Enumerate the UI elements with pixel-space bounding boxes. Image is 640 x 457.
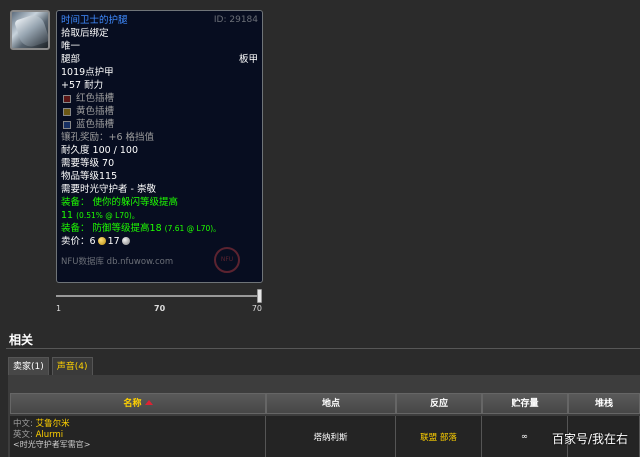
vendor-tag: <时光守护者军需官> [13,440,91,449]
vendor-en-name[interactable]: Alurmi [36,430,64,440]
silver-coin-icon [121,237,130,245]
reaction-horde: 部落 [439,432,457,443]
item-binding: 拾取后绑定 [61,28,109,39]
item-level: 物品等级115 [61,171,118,182]
column-reaction[interactable]: 反应 [396,393,482,414]
item-title: 时间卫士的护腿 [61,15,128,26]
level-slider[interactable]: 1 70 70 [56,288,262,318]
related-panel: 名称 地点 反应 贮存量 堆栈 中文: 艾鲁尔米 英文: Alurmi <时光守… [8,375,640,457]
source-watermark: 百家号/我在右 [551,432,628,446]
en-label: 英文: [13,429,33,440]
item-tooltip: 时间卫士的护腿 ID: 29184 拾取后绑定 唯一 腿部 板甲 1019点护甲… [56,10,263,283]
related-tabs: 卖家(1) 声音(4) [8,357,93,375]
column-stack[interactable]: 堆栈 [568,393,640,414]
socket-red-label: 红色插槽 [76,93,115,104]
sell-price: 卖价：6 17 [61,235,258,248]
tooltip-footer: NFU数据库 db.nfuwow.com [61,257,174,267]
socket-yellow: 黄色插槽 [61,105,258,118]
item-slot: 腿部 [61,54,81,65]
red-socket-icon [63,94,71,103]
gold-coin-icon [97,237,106,245]
item-unique: 唯一 [61,41,81,52]
equip-dodge-value: 11 (0.51% @ L70)。 [61,209,258,222]
column-location[interactable]: 地点 [266,393,396,414]
equip-dodge-note: (0.51% @ L70)。 [76,211,140,220]
item-armor-type: 板甲 [238,54,258,65]
slider-max-label: 70 [251,304,262,313]
item-id: ID: 29184 [213,15,258,25]
plate-leggings-icon [10,10,50,50]
durability: 耐久度 100 / 100 [61,145,139,156]
slider-track[interactable] [56,295,258,297]
column-name[interactable]: 名称 [10,393,266,414]
related-title: 相关 [9,333,34,347]
vendor-name-cell: 中文: 艾鲁尔米 英文: Alurmi <时光守护者军需官> [10,416,266,457]
slider-current-label: 70 [154,304,166,313]
sort-ascending-icon [144,400,153,405]
stock-value: ∞ [520,431,529,442]
required-reputation: 需要时光守护者 - 崇敬 [61,184,156,195]
column-name-label: 名称 [123,399,142,409]
equip-dodge-line: 装备： 使你的躲闪等级提高 [61,197,179,208]
reaction-alliance: 联盟 [420,432,438,443]
socket-blue: 蓝色插槽 [61,118,258,131]
item-stamina: +57 耐力 [61,80,104,91]
location-cell: 塔纳利斯 [266,416,396,457]
equip-defense-text: 装备： 防御等级提高18 [61,223,162,234]
table-row[interactable]: 中文: 艾鲁尔米 英文: Alurmi <时光守护者军需官> 塔纳利斯 联盟 部… [10,416,640,457]
sell-gold: 6 [89,236,96,247]
socket-blue-label: 蓝色插槽 [76,119,115,130]
tab-vendors[interactable]: 卖家(1) [8,357,49,375]
sell-price-label: 卖价： [61,236,90,247]
blue-socket-icon [63,120,71,129]
section-divider [6,348,640,349]
reaction-cell: 联盟 部落 [396,416,482,457]
tab-sounds[interactable]: 声音(4) [51,357,93,375]
equip-defense-line: 装备： 防御等级提高18 (7.61 @ L70)。 [61,222,258,235]
yellow-socket-icon [63,107,71,116]
table-header: 名称 地点 反应 贮存量 堆栈 [10,393,640,414]
item-armor: 1019点护甲 [61,67,114,78]
socket-bonus: 镶孔奖励：+6 格挡值 [61,132,155,143]
equip-dodge-amount: 11 [61,210,74,221]
column-stock[interactable]: 贮存量 [482,393,568,414]
socket-yellow-label: 黄色插槽 [76,106,115,117]
slider-handle[interactable] [257,289,262,303]
socket-red: 红色插槽 [61,92,258,105]
equip-defense-note: (7.61 @ L70)。 [164,224,221,233]
nfu-watermark: NFU [214,247,240,273]
location-link[interactable]: 塔纳利斯 [313,431,347,443]
sell-silver: 17 [107,236,120,247]
slider-min-label: 1 [56,304,62,313]
cn-label: 中文: [13,419,33,429]
required-level: 需要等级 70 [61,158,115,169]
vendor-cn-name[interactable]: 艾鲁尔米 [36,419,70,429]
